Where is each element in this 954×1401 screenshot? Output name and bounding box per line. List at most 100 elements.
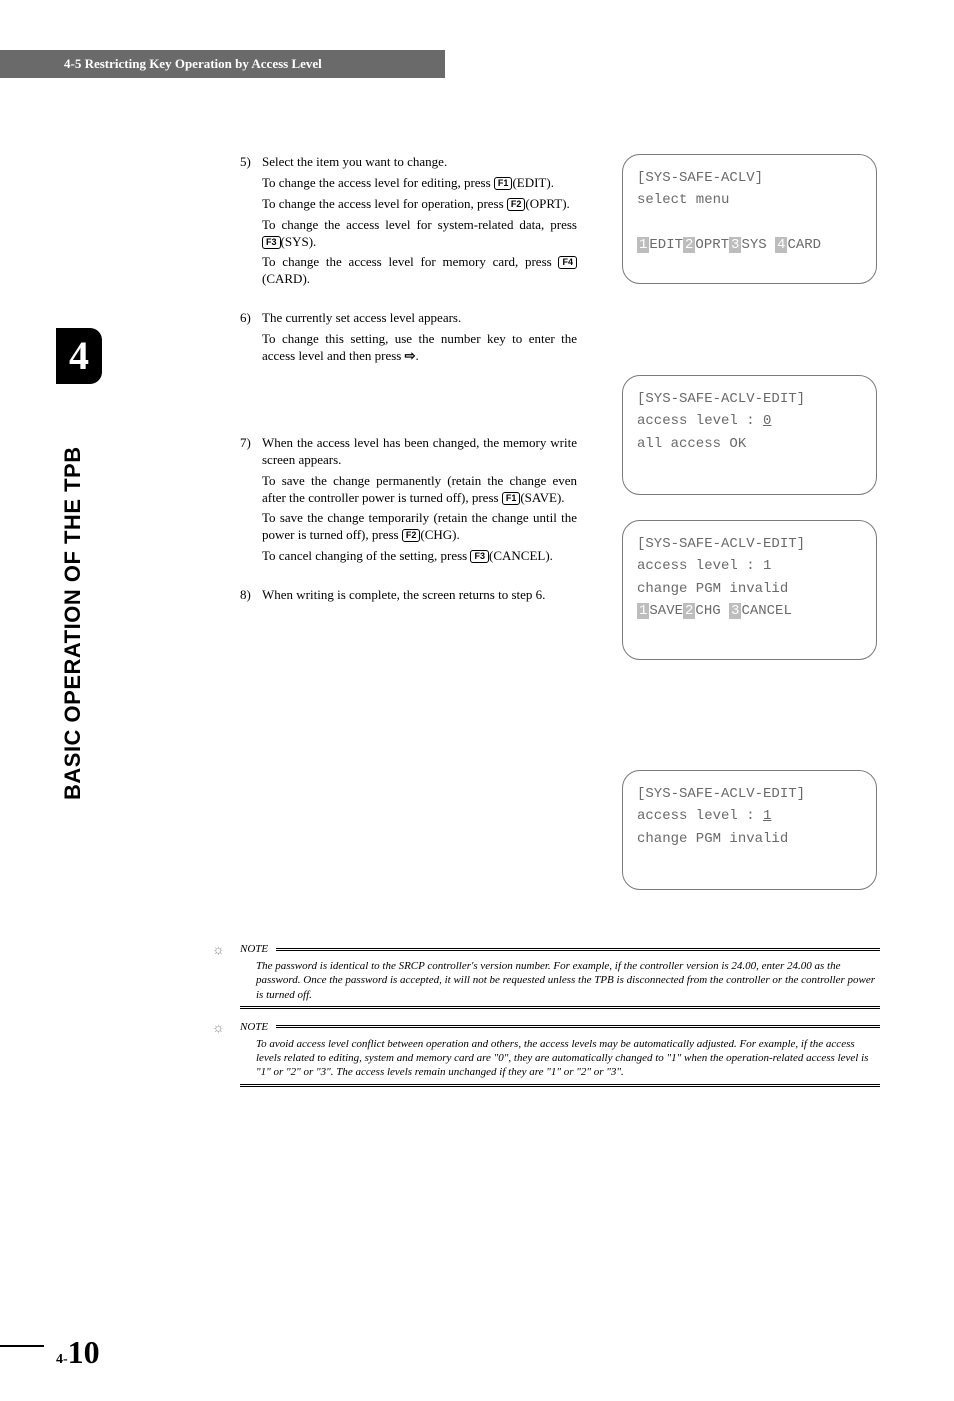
screen-line: [SYS-SAFE-ACLV-EDIT] (637, 533, 862, 555)
lightbulb-icon: ☼ (212, 1021, 225, 1037)
step-6: 6) The currently set access level appear… (240, 310, 840, 369)
text: When the access level has been changed, … (262, 435, 577, 469)
section-header: 4-5 Restricting Key Operation by Access … (0, 50, 445, 78)
text-part: access level : (637, 413, 763, 429)
softkey-num: 1 (637, 237, 649, 253)
notes-area: ☼ NOTE The password is identical to the … (240, 943, 880, 1099)
text: To change the access level for system-re… (262, 217, 577, 251)
page-prefix: 4- (56, 1352, 68, 1367)
value: 0 (763, 413, 771, 429)
screen-softkeys: 1EDIT2OPRT3SYS 4CARD (637, 234, 862, 256)
screen-line: change PGM invalid (637, 578, 862, 600)
divider (276, 948, 880, 951)
softkey-num: 4 (775, 237, 787, 253)
step-number: 5) (240, 154, 262, 292)
text-part: To change the access level for system-re… (262, 217, 577, 232)
f4-key-icon: F4 (558, 256, 577, 269)
f1-key-icon: F1 (494, 177, 513, 190)
text-part: access level : (637, 808, 763, 824)
text: To change this setting, use the number k… (262, 331, 577, 365)
softkey-label: OPRT (695, 237, 729, 253)
text-part: (EDIT). (512, 175, 554, 190)
divider (276, 1025, 880, 1028)
text-part: (OPRT). (525, 196, 569, 211)
text-part: To change this setting, use the number k… (262, 331, 577, 363)
f3-key-icon: F3 (262, 236, 281, 249)
screen-line: access level : 1 (637, 805, 862, 827)
softkey-num: 2 (683, 603, 695, 619)
screen-softkeys: 1SAVE2CHG 3CANCEL (637, 600, 862, 622)
screen-line: [SYS-SAFE-ACLV] (637, 167, 862, 189)
step-number: 7) (240, 435, 262, 569)
softkey-label: SAVE (649, 603, 683, 619)
text-part: (CANCEL). (489, 548, 553, 563)
softkey-num: 2 (683, 237, 695, 253)
note-1: ☼ NOTE The password is identical to the … (240, 943, 880, 1009)
step-body: When the access level has been changed, … (262, 435, 577, 569)
note-body: The password is identical to the SRCP co… (240, 957, 880, 1004)
text: Select the item you want to change. (262, 154, 577, 171)
softkey-num: 1 (637, 603, 649, 619)
step-number: 8) (240, 587, 262, 608)
f1-key-icon: F1 (502, 492, 521, 505)
text-part: To cancel changing of the setting, press (262, 548, 470, 563)
text-part: . (416, 348, 419, 363)
softkey-label: EDIT (649, 237, 683, 253)
text-part: (SAVE). (520, 490, 564, 505)
text-part: To change the access level for memory ca… (262, 254, 558, 269)
chapter-tab: 4 (56, 328, 102, 384)
note-header: NOTE (240, 943, 880, 955)
side-title: BASIC OPERATION OF THE TPB (60, 446, 86, 800)
text: To change the access level for operation… (262, 196, 577, 213)
f3-key-icon: F3 (470, 550, 489, 563)
note-body: To avoid access level conflict between o… (240, 1035, 880, 1082)
step-number: 6) (240, 310, 262, 369)
text-part: To change the access level for editing, … (262, 175, 494, 190)
text: To save the change temporarily (retain t… (262, 510, 577, 544)
note-label: NOTE (240, 943, 276, 955)
lightbulb-icon: ☼ (212, 943, 225, 959)
text: To cancel changing of the setting, press… (262, 548, 577, 565)
softkey-num: 3 (729, 237, 741, 253)
step-body: The currently set access level appears. … (262, 310, 577, 369)
softkey-label: CHG (695, 603, 729, 619)
screen-line: [SYS-SAFE-ACLV-EDIT] (637, 783, 862, 805)
text: When writing is complete, the screen ret… (262, 587, 577, 604)
value: 1 (763, 808, 771, 824)
step-body: Select the item you want to change. To c… (262, 154, 577, 292)
screen-line: select menu (637, 189, 862, 211)
page-num: 10 (68, 1334, 100, 1370)
step-body: When writing is complete, the screen ret… (262, 587, 577, 608)
lcd-screen-1: [SYS-SAFE-ACLV] select menu 1EDIT2OPRT3S… (622, 154, 877, 284)
divider (240, 1006, 880, 1009)
softkey-num: 3 (729, 603, 741, 619)
page-mark (0, 1345, 44, 1347)
f2-key-icon: F2 (402, 529, 421, 542)
divider (240, 1084, 880, 1087)
screen-line: [SYS-SAFE-ACLV-EDIT] (637, 388, 862, 410)
note-label: NOTE (240, 1021, 276, 1033)
note-2: ☼ NOTE To avoid access level conflict be… (240, 1021, 880, 1087)
text: The currently set access level appears. (262, 310, 577, 327)
text-part: (CHG). (420, 527, 459, 542)
page-number: 4-10 (56, 1334, 100, 1371)
screen-line: access level : 0 (637, 410, 862, 432)
screen-line: access level : 1 (637, 555, 862, 577)
text-part: (CARD). (262, 271, 310, 286)
softkey-label: SYS (741, 237, 775, 253)
section-title: 4-5 Restricting Key Operation by Access … (64, 56, 322, 71)
text-part: (SYS). (281, 234, 317, 249)
screen-line: all access OK (637, 433, 862, 455)
note-header: NOTE (240, 1021, 880, 1033)
softkey-label: CARD (787, 237, 821, 253)
text-part: To change the access level for operation… (262, 196, 507, 211)
lcd-screen-4: [SYS-SAFE-ACLV-EDIT] access level : 1 ch… (622, 770, 877, 890)
text: To save the change permanently (retain t… (262, 473, 577, 507)
screen-line: change PGM invalid (637, 828, 862, 850)
lcd-screen-3: [SYS-SAFE-ACLV-EDIT] access level : 1 ch… (622, 520, 877, 660)
enter-arrow-icon: ⇨ (405, 348, 416, 363)
softkey-label: CANCEL (741, 603, 791, 619)
f2-key-icon: F2 (507, 198, 526, 211)
text: To change the access level for memory ca… (262, 254, 577, 288)
chapter-number: 4 (69, 333, 89, 378)
